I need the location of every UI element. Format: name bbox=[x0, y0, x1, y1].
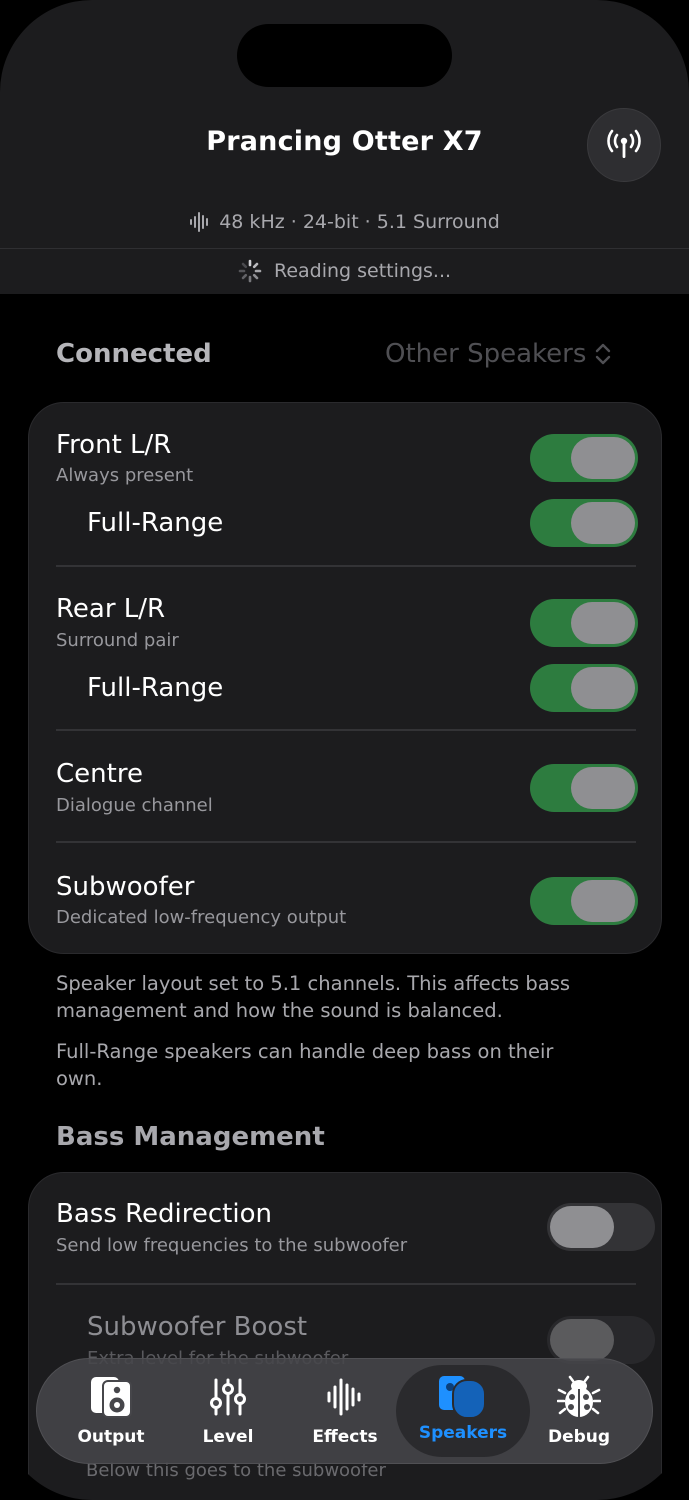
front-toggle[interactable] bbox=[530, 434, 638, 482]
header: Prancing Otter X7 48 kHz · 24-bit · 5.1 … bbox=[0, 0, 689, 294]
waveform-icon bbox=[327, 1378, 361, 1416]
row-subtitle: Dialogue channel bbox=[56, 795, 213, 816]
tab-label: Output bbox=[77, 1427, 145, 1447]
speaker-list-card: Front L/R Always present Full-Range Rear… bbox=[28, 402, 662, 954]
other-speakers-picker[interactable]: Other Speakers bbox=[385, 339, 612, 369]
row-subtitle: Surround pair bbox=[56, 630, 179, 651]
subwoofer-boost-title: Subwoofer Boost bbox=[87, 1312, 308, 1342]
tab-effects[interactable]: Effects bbox=[287, 1359, 403, 1463]
row-title: Front L/R bbox=[56, 430, 172, 460]
broadcast-icon bbox=[607, 129, 641, 158]
dynamic-island bbox=[237, 24, 452, 87]
row-title: Rear L/R bbox=[56, 594, 166, 624]
tab-label: Debug bbox=[547, 1427, 611, 1447]
full-range-footnote: Full-Range speakers can handle deep bass… bbox=[56, 1040, 554, 1090]
speakers-icon bbox=[439, 1376, 486, 1419]
row-title: Centre bbox=[56, 759, 143, 789]
spinner-icon bbox=[238, 259, 262, 283]
connected-label: Connected bbox=[56, 339, 212, 369]
front-full-range-toggle[interactable] bbox=[530, 499, 638, 547]
header-divider bbox=[0, 248, 689, 249]
speaker-icon bbox=[91, 1377, 132, 1418]
divider bbox=[56, 841, 636, 843]
status-line: Reading settings... bbox=[0, 259, 689, 283]
row-subtitle: Dedicated low-frequency output bbox=[56, 907, 347, 928]
divider bbox=[56, 1283, 636, 1285]
subwoofer-boost-toggle[interactable] bbox=[547, 1316, 655, 1364]
tab-label: Effects bbox=[312, 1427, 378, 1447]
status-text: Reading settings... bbox=[273, 260, 452, 282]
broadcast-button[interactable] bbox=[587, 108, 661, 182]
row-subtitle: Always present bbox=[56, 465, 194, 486]
sliders-icon bbox=[210, 1378, 246, 1416]
bass-redirection-title: Bass Redirection bbox=[56, 1199, 272, 1229]
divider bbox=[56, 729, 636, 731]
tab-debug[interactable]: Debug bbox=[521, 1359, 637, 1463]
rear-full-range-toggle[interactable] bbox=[530, 664, 638, 712]
chevron-up-down-icon bbox=[596, 343, 611, 365]
tab-output[interactable]: Output bbox=[53, 1359, 169, 1463]
tab-bar: Output Level Effects Speakers Debug bbox=[36, 1358, 653, 1464]
bass-redirection-subtitle: Send low frequencies to the subwoofer bbox=[56, 1235, 408, 1256]
centre-toggle[interactable] bbox=[530, 764, 638, 812]
bass-redirection-toggle[interactable] bbox=[547, 1203, 655, 1251]
audio-format: 48 kHz · 24-bit · 5.1 Surround bbox=[0, 211, 689, 233]
app-screen: Prancing Otter X7 48 kHz · 24-bit · 5.1 … bbox=[0, 0, 689, 1500]
tab-label: Level bbox=[202, 1427, 254, 1447]
bass-management-title: Bass Management bbox=[56, 1122, 325, 1152]
picker-label: Other Speakers bbox=[385, 339, 587, 369]
layout-footnote: Speaker layout set to 5.1 channels. This… bbox=[56, 972, 571, 1022]
tab-label: Speakers bbox=[418, 1423, 508, 1443]
row-title: Subwoofer bbox=[56, 872, 195, 902]
subwoofer-toggle[interactable] bbox=[530, 877, 638, 925]
format-text: 48 kHz · 24-bit · 5.1 Surround bbox=[219, 211, 500, 233]
row-title: Full-Range bbox=[87, 508, 224, 538]
tab-level[interactable]: Level bbox=[170, 1359, 286, 1463]
row-title: Full-Range bbox=[87, 673, 224, 703]
divider bbox=[56, 565, 636, 567]
device-title: Prancing Otter X7 bbox=[206, 126, 483, 157]
waveform-icon bbox=[190, 212, 209, 232]
tab-speakers[interactable]: Speakers bbox=[396, 1365, 530, 1457]
rear-toggle[interactable] bbox=[530, 599, 638, 647]
ladybug-icon bbox=[557, 1375, 601, 1417]
